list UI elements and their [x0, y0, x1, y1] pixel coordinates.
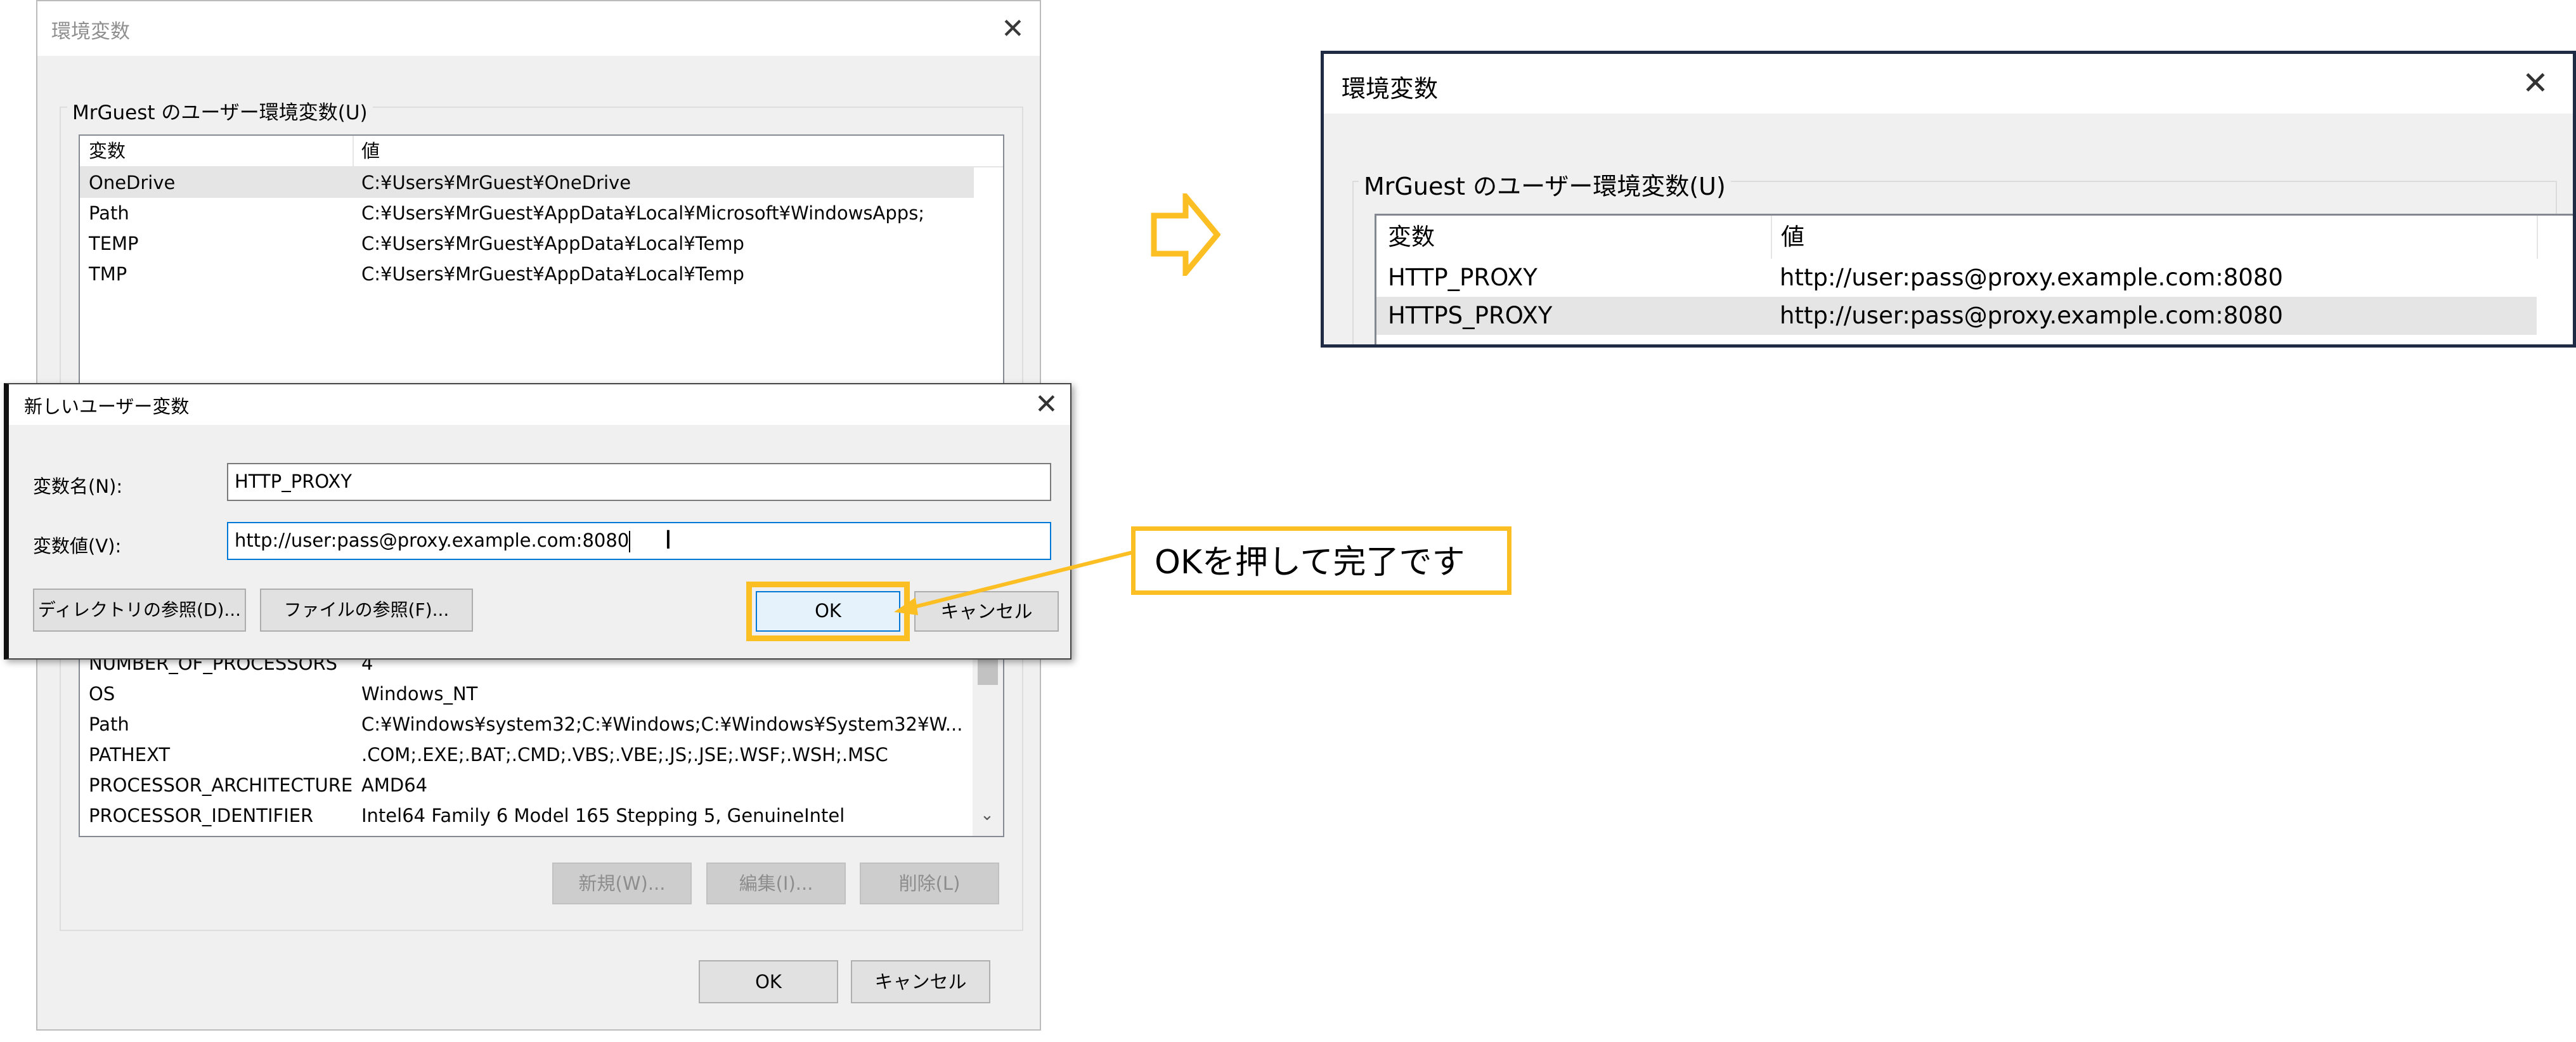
bg-col-value[interactable]: 値	[353, 136, 380, 166]
row-name: HTTP_PROXY	[1388, 264, 1537, 291]
result-col-value[interactable]: 値	[1771, 216, 1804, 259]
row-value: AMD64	[361, 774, 428, 796]
row-name: PROCESSOR_ARCHITECTURE	[89, 774, 353, 796]
row-value: Intel64 Family 6 Model 165 Stepping 5, G…	[361, 805, 845, 826]
result-titlebar: 環境変数 ✕	[1324, 54, 2573, 114]
row-name: OneDrive	[89, 172, 176, 193]
right-arrow-icon	[1151, 193, 1220, 276]
table-row[interactable]: OneDrive C:¥Users¥MrGuest¥OneDrive	[80, 167, 974, 198]
row-name: OS	[89, 683, 115, 705]
bg-ok-button[interactable]: OK	[699, 960, 838, 1003]
table-row[interactable]: PATHEXT .COM;.EXE;.BAT;.CMD;.VBS;.VBE;.J…	[80, 739, 968, 770]
var-name-field[interactable]: HTTP_PROXY	[227, 463, 1051, 501]
row-value: .COM;.EXE;.BAT;.CMD;.VBS;.VBE;.JS;.JSE;.…	[361, 744, 888, 765]
table-row[interactable]: OS Windows_NT	[80, 679, 968, 709]
row-name: PATHEXT	[89, 744, 171, 765]
var-name-label: 変数名(N):	[33, 476, 123, 497]
browse-directory-button[interactable]: ディレクトリの参照(D)...	[33, 589, 246, 632]
row-value: C:¥Users¥MrGuest¥AppData¥Local¥Microsoft…	[361, 202, 925, 224]
bg-edit-button[interactable]: 編集(I)...	[706, 863, 846, 904]
row-value: http://user:pass@proxy.example.com:8080	[1780, 264, 2283, 291]
row-value: C:¥Windows¥system32;C:¥Windows;C:¥Window…	[361, 713, 963, 735]
row-name: HTTPS_PROXY	[1388, 302, 1553, 329]
result-user-list[interactable]: 変数 値 HTTP_PROXY http://user:pass@proxy.e…	[1375, 214, 2573, 344]
table-row[interactable]: PROCESSOR_ARCHITECTURE AMD64	[80, 770, 968, 800]
new-var-titlebar: 新しいユーザー変数 ✕	[9, 384, 1070, 425]
bg-system-scrollbar[interactable]: ⌄	[973, 648, 1003, 836]
result-col-name[interactable]: 変数	[1388, 219, 1435, 255]
callout-box: OKを押して完了です	[1131, 526, 1511, 595]
callout-pointer	[894, 550, 1136, 615]
new-var-ok-button[interactable]: OK	[746, 582, 910, 641]
chevron-down-icon[interactable]: ⌄	[980, 805, 994, 824]
bg-user-list[interactable]: 変数 値 OneDrive C:¥Users¥MrGuest¥OneDrive …	[79, 134, 1004, 388]
table-row[interactable]: TMP C:¥Users¥MrGuest¥AppData¥Local¥Temp	[80, 259, 974, 289]
bg-delete-button[interactable]: 削除(L)	[860, 863, 999, 904]
row-value: http://user:pass@proxy.example.com:8080	[1780, 302, 2283, 329]
bg-user-list-header: 変数 値	[80, 136, 1003, 167]
bg-cancel-button[interactable]: キャンセル	[851, 960, 990, 1003]
row-value: Windows_NT	[361, 683, 478, 705]
callout-line	[906, 550, 1136, 611]
bg-close-icon[interactable]: ✕	[1001, 15, 1025, 43]
bg-col-name[interactable]: 変数	[89, 136, 126, 166]
row-name: TMP	[89, 263, 127, 285]
row-value: C:¥Users¥MrGuest¥OneDrive	[361, 172, 631, 193]
table-row[interactable]: Path C:¥Windows¥system32;C:¥Windows;C:¥W…	[80, 709, 968, 739]
table-row[interactable]: Path C:¥Users¥MrGuest¥AppData¥Local¥Micr…	[80, 198, 974, 228]
result-dialog-title: 環境変数	[1342, 75, 1439, 103]
browse-file-button[interactable]: ファイルの参照(F)...	[260, 589, 473, 632]
row-value: C:¥Users¥MrGuest¥AppData¥Local¥Temp	[361, 263, 744, 285]
row-value: C:¥Users¥MrGuest¥AppData¥Local¥Temp	[361, 233, 744, 254]
var-value-label: 変数値(V):	[33, 535, 122, 557]
table-row[interactable]: HTTPS_PROXY http://user:pass@proxy.examp…	[1376, 297, 2537, 335]
result-group-label: MrGuest のユーザー環境変数(U)	[1359, 167, 1731, 202]
table-row[interactable]: PROCESSOR_IDENTIFIER Intel64 Family 6 Mo…	[80, 800, 968, 831]
result-list-header: 変数 値	[1376, 216, 2573, 259]
row-name: Path	[89, 202, 129, 224]
bg-user-group-label: MrGuest のユーザー環境変数(U)	[67, 96, 373, 125]
row-name: PROCESSOR_IDENTIFIER	[89, 805, 314, 826]
ibeam-cursor-icon: I	[664, 526, 672, 555]
var-value-text: http://user:pass@proxy.example.com:8080	[235, 530, 630, 551]
text-caret	[629, 531, 631, 552]
result-header-divider	[2537, 216, 2538, 259]
bg-system-list[interactable]: NUMBER_OF_PROCESSORS 4 OS Windows_NT Pat…	[79, 647, 1004, 837]
callout-arrowhead	[894, 597, 918, 615]
new-var-dialog-title: 新しいユーザー変数	[24, 396, 190, 417]
result-close-icon[interactable]: ✕	[2522, 67, 2549, 99]
bg-new-button[interactable]: 新規(W)...	[552, 863, 692, 904]
row-name: Path	[89, 713, 129, 735]
row-name: TEMP	[89, 233, 139, 254]
table-row[interactable]: TEMP C:¥Users¥MrGuest¥AppData¥Local¥Temp	[80, 228, 974, 259]
bg-titlebar: 環境変数 ✕	[37, 1, 1040, 56]
result-env-dialog: 環境変数 ✕ MrGuest のユーザー環境変数(U) 変数 値 HTTP_PR…	[1321, 51, 2576, 348]
callout-text: OKを押して完了です	[1155, 544, 1465, 582]
new-var-close-icon[interactable]: ✕	[1035, 391, 1058, 419]
bg-dialog-title: 環境変数	[51, 20, 130, 43]
table-row[interactable]: HTTP_PROXY http://user:pass@proxy.exampl…	[1376, 259, 2537, 297]
